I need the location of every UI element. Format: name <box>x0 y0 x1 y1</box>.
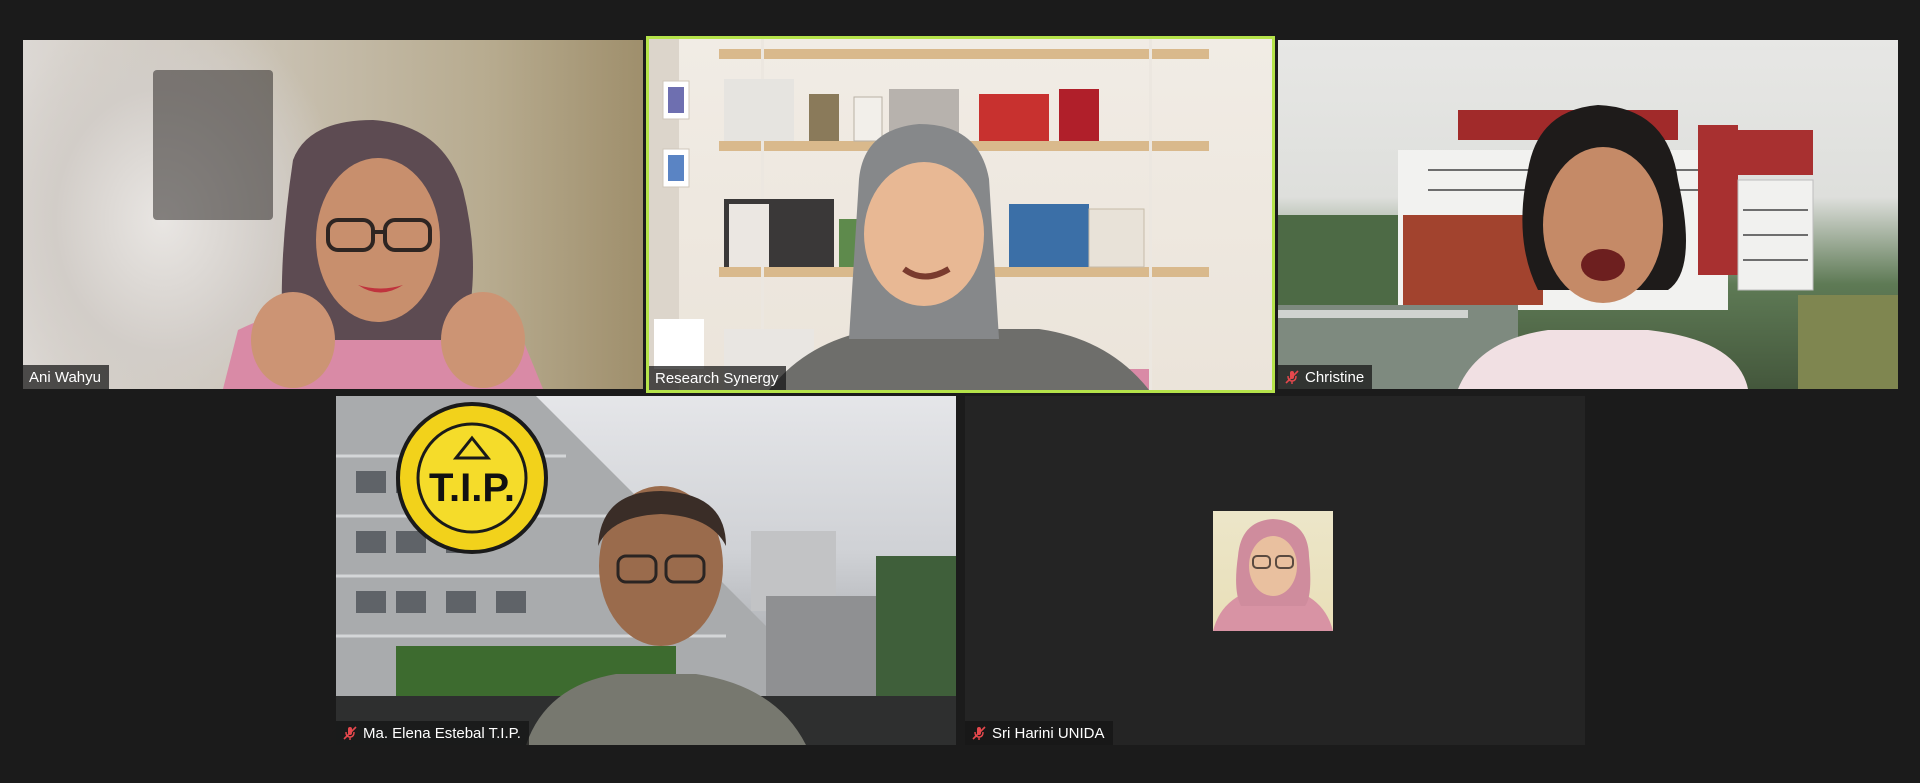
participant-name: Ma. Elena Estebal T.I.P. <box>363 724 521 742</box>
video-tile-sri-harini-unida[interactable]: Sri Harini UNIDA <box>965 396 1585 745</box>
participant-video <box>153 70 543 389</box>
participant-name: Sri Harini UNIDA <box>992 724 1105 742</box>
participant-name-tag: Christine <box>1278 365 1373 389</box>
video-tile-ani-wahyu[interactable]: Ani Wahyu <box>23 40 643 389</box>
participant-name-tag: Ani Wahyu <box>23 365 109 389</box>
video-tile-research-synergy[interactable]: Research Synergy <box>646 36 1275 393</box>
participant-video: T.I.P. <box>336 396 956 745</box>
participant-name: Ani Wahyu <box>29 368 101 386</box>
video-tile-christine[interactable]: Christine <box>1278 40 1898 389</box>
participant-video <box>1278 105 1898 389</box>
avatar <box>1213 511 1333 631</box>
participant-name: Christine <box>1305 368 1365 386</box>
participant-video <box>649 39 1209 390</box>
participant-name-tag: Sri Harini UNIDA <box>965 721 1113 745</box>
participant-name-tag: Ma. Elena Estebal T.I.P. <box>336 721 529 745</box>
mic-muted-icon <box>1285 370 1299 384</box>
mic-muted-icon <box>343 726 357 740</box>
profile-picture <box>1213 519 1333 631</box>
tip-logo: T.I.P. <box>396 402 548 554</box>
video-tile-ma-elena-estebal[interactable]: T.I.P. Ma. Elena Estebal T.I.P. <box>336 396 956 745</box>
gallery-view: Ani Wahyu Research Synergy Christine T.I… <box>0 0 1920 783</box>
participant-name-tag: Research Synergy <box>649 366 787 390</box>
logo-text: T.I.P. <box>429 466 515 510</box>
mic-muted-icon <box>972 726 986 740</box>
participant-name: Research Synergy <box>655 369 779 387</box>
